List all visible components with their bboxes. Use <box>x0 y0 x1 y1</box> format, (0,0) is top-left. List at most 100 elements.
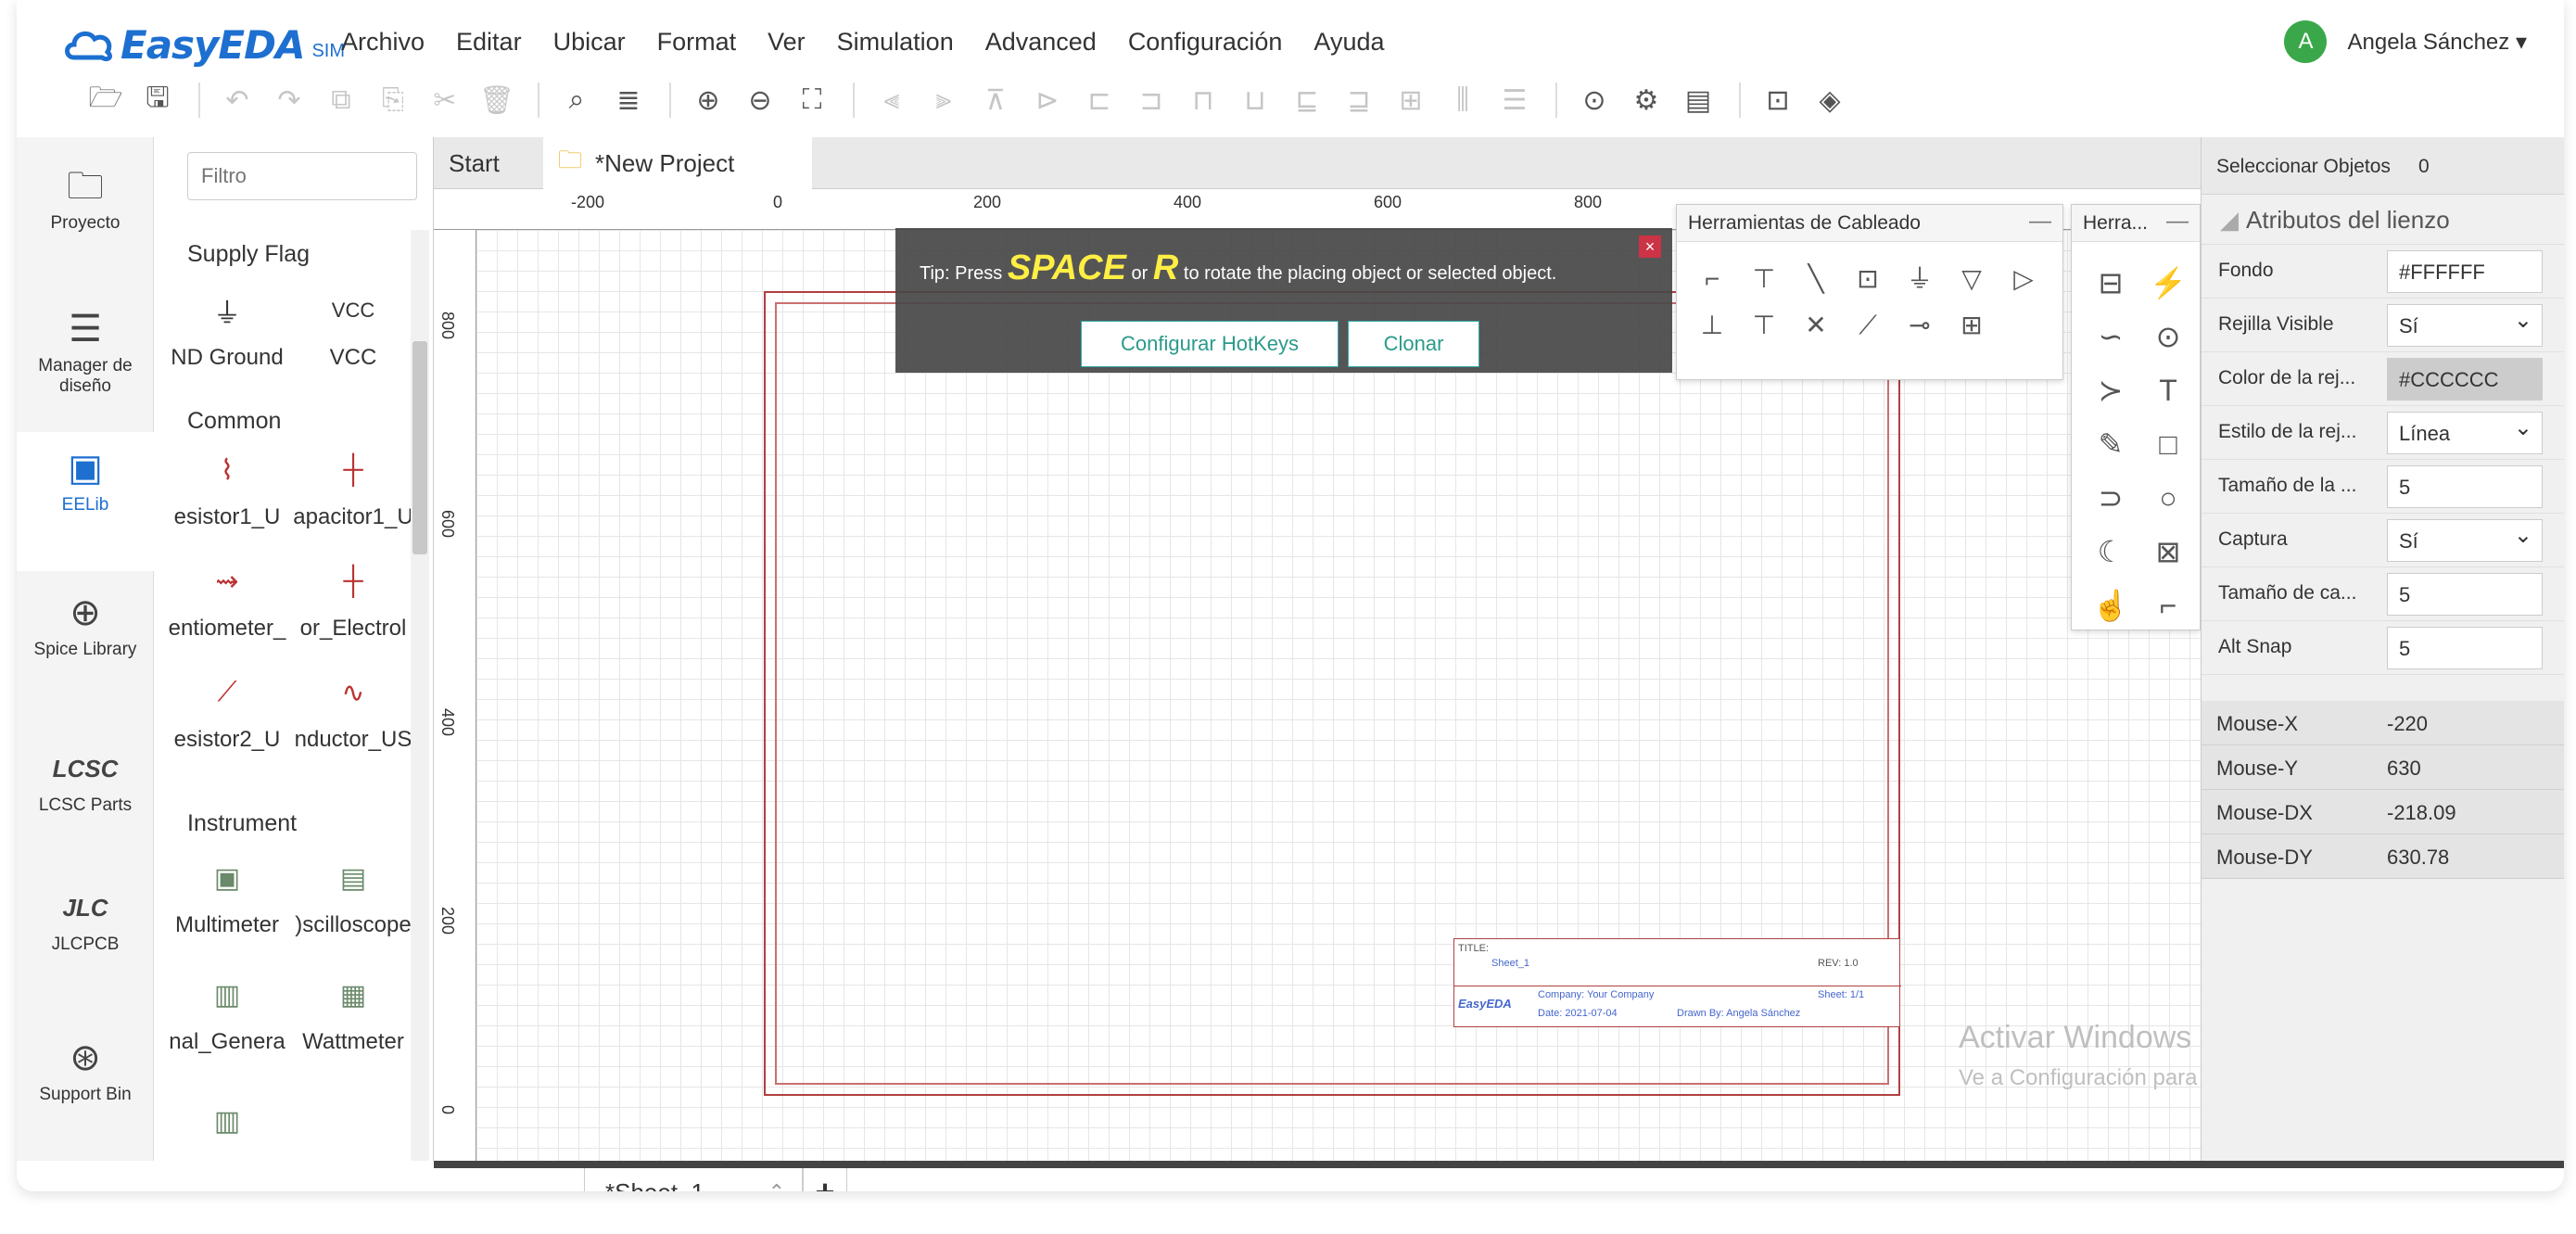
close-icon[interactable]: × <box>1639 235 1661 258</box>
plus5v-tool-icon[interactable]: ⊤ <box>1740 305 1788 346</box>
align-bottom-icon[interactable]: ⊳ <box>1023 76 1072 124</box>
ground-2-tool-icon[interactable]: ▽ <box>1948 259 1996 299</box>
bezier-tool-icon[interactable]: ∽ <box>2085 316 2137 357</box>
filter-input[interactable] <box>187 152 417 200</box>
pie-tool-icon[interactable]: ☾ <box>2085 531 2137 572</box>
minimize-icon[interactable]: — <box>2029 209 2051 235</box>
grid-size-input[interactable]: 5 <box>2387 465 2543 508</box>
alt-snap-input[interactable]: 5 <box>2387 627 2543 669</box>
layers-icon[interactable]: ◈ <box>1806 76 1854 124</box>
delete-icon[interactable]: 🗑 <box>473 76 521 124</box>
cut-icon[interactable]: ✂ <box>421 76 469 124</box>
menu-archivo[interactable]: Archivo <box>341 28 425 57</box>
vcc-tool-icon[interactable]: ⊥ <box>1688 305 1736 346</box>
menu-format[interactable]: Format <box>657 28 737 57</box>
rail-spice-library[interactable]: ⊕ Spice Library <box>17 592 154 660</box>
rectangle-tool-icon[interactable]: □ <box>2142 424 2194 464</box>
pan-hand-icon[interactable]: ☝ <box>2085 585 2137 626</box>
align-left-icon[interactable]: ⫷ <box>868 76 916 124</box>
find-replace-icon[interactable]: ≣ <box>604 76 653 124</box>
category-instrument[interactable]: Instrument <box>187 810 297 837</box>
align-right-icon[interactable]: ⫸ <box>920 76 968 124</box>
component-oscilloscope[interactable]: ▤)scilloscope <box>293 844 413 948</box>
text-tool-icon[interactable]: T <box>2142 370 2194 411</box>
align-middle-icon[interactable]: ⊐ <box>1127 76 1175 124</box>
select-objects-row[interactable]: Seleccionar Objetos 0 <box>2202 137 2564 195</box>
align-center-icon[interactable]: ⊏ <box>1075 76 1123 124</box>
user-menu[interactable]: A Angela Sánchez ▾ <box>2284 20 2527 63</box>
paste-icon[interactable]: ⎘ <box>369 76 417 124</box>
rail-support-bin[interactable]: ⊛ Support Bin <box>17 1037 154 1105</box>
rail-manager[interactable]: ☰ Manager de diseño <box>17 308 154 397</box>
menu-ver[interactable]: Ver <box>768 28 806 57</box>
rail-proyecto[interactable]: 🗀 Proyecto <box>17 165 154 234</box>
save-icon[interactable]: 🖫 <box>133 76 182 124</box>
pin-tool-icon[interactable]: ⊸ <box>1896 305 1944 346</box>
component-multimeter[interactable]: ▣ Multimeter <box>167 844 287 948</box>
copy-icon[interactable]: ⧉ <box>317 76 365 124</box>
scrollbar-thumb[interactable] <box>412 341 427 554</box>
no-connect-tool-icon[interactable]: ✕ <box>1792 305 1840 346</box>
menu-ayuda[interactable]: Ayuda <box>1313 28 1384 57</box>
origin-tool-icon[interactable]: ⌐ <box>2142 585 2194 626</box>
component-electrolytic[interactable]: ┼ or_Electrol <box>293 547 413 651</box>
snap-size-input[interactable]: 5 <box>2387 573 2543 616</box>
tab-start[interactable]: Start <box>434 137 543 189</box>
bus-tool-icon[interactable]: ⊤ <box>1740 259 1788 299</box>
ground-tool-icon[interactable]: ⏚ <box>1896 259 1944 299</box>
component-inductor[interactable]: ∿ nductor_US <box>293 658 413 762</box>
net-port-tool-icon[interactable]: ▷ <box>1999 259 2048 299</box>
freehand-tool-icon[interactable]: ✎ <box>2085 424 2137 464</box>
fit-view-icon[interactable]: ⛶ <box>788 76 836 124</box>
add-sheet-button[interactable]: + <box>803 1164 847 1191</box>
align-top-icon[interactable]: ⊼ <box>971 76 1020 124</box>
chevron-up-icon[interactable]: ⌃ <box>768 1180 785 1191</box>
voltage-probe-tool-icon[interactable]: ⟋ <box>1844 305 1892 346</box>
bus-entry-tool-icon[interactable]: ╲ <box>1792 259 1840 299</box>
app-logo[interactable]: EasyEDA SIM <box>61 17 345 72</box>
rail-jlcpcb[interactable]: JLC JLCPCB <box>17 886 154 955</box>
menu-editar[interactable]: Editar <box>456 28 522 57</box>
zoom-out-icon[interactable]: ⊖ <box>736 76 784 124</box>
component-resistor1[interactable]: ⌇ esistor1_U <box>167 436 287 540</box>
distribute-v-icon[interactable]: ⊔ <box>1231 76 1279 124</box>
picture-tool-icon[interactable]: ⊠ <box>2142 531 2194 572</box>
distribute-h-icon[interactable]: ⊓ <box>1179 76 1227 124</box>
menu-simulation[interactable]: Simulation <box>837 28 954 57</box>
component-more[interactable]: ▥ <box>167 1087 287 1161</box>
redo-icon[interactable]: ↷ <box>265 76 313 124</box>
chart-icon[interactable]: ⫼ <box>1439 76 1487 124</box>
component-signal-generator[interactable]: ▥ nal_Genera <box>167 960 287 1064</box>
net-label-tool-icon[interactable]: ⊡ <box>1844 259 1892 299</box>
open-folder-icon[interactable]: 🗁 <box>82 76 130 124</box>
component-vcc[interactable]: VCC VCC <box>293 276 413 380</box>
minimize-icon[interactable]: — <box>2166 209 2189 235</box>
export-icon[interactable]: ⊡ <box>1754 76 1802 124</box>
menu-ubicar[interactable]: Ubicar <box>553 28 626 57</box>
group-tool-icon[interactable]: ⊞ <box>1948 305 1996 346</box>
table-icon[interactable]: ⊞ <box>1387 76 1435 124</box>
run-simulation-icon[interactable]: ⊙ <box>1570 76 1618 124</box>
circle-tool-icon[interactable]: ○ <box>2142 477 2194 518</box>
menu-configuracion[interactable]: Configuración <box>1128 28 1283 57</box>
document-icon[interactable]: ▤ <box>1674 76 1722 124</box>
component-potentiometer[interactable]: ⇝ entiometer_ <box>167 547 287 651</box>
clone-button[interactable]: Clonar <box>1348 321 1479 367</box>
component-capacitor1[interactable]: ┼ apacitor1_U <box>293 436 413 540</box>
image-tool-icon[interactable]: ⊟ <box>2085 262 2137 303</box>
component-resistor2[interactable]: ⟋ esistor2_U <box>167 658 287 762</box>
rail-eelib[interactable]: ▣ EELib <box>17 432 154 571</box>
arc-tool-icon[interactable]: ⊙ <box>2142 316 2194 357</box>
canvas-attributes-header[interactable]: ◢ Atributos del lienzo <box>2202 195 2564 245</box>
undo-icon[interactable]: ↶ <box>213 76 261 124</box>
gear-icon[interactable]: ⚙ <box>1622 76 1670 124</box>
ungroup-icon[interactable]: ⊒ <box>1335 76 1383 124</box>
tab-new-project[interactable]: 🗀 *New Project <box>543 137 812 189</box>
configure-hotkeys-button[interactable]: Configurar HotKeys <box>1081 321 1339 367</box>
user-name[interactable]: Angela Sánchez ▾ <box>2347 29 2527 56</box>
grid-style-select[interactable]: Línea <box>2387 412 2543 454</box>
grid-color-input[interactable]: #CCCCCC <box>2387 358 2543 401</box>
snap-select[interactable]: Sí <box>2387 519 2543 562</box>
flash-tool-icon[interactable]: ⚡ <box>2142 262 2194 303</box>
zoom-in-icon[interactable]: ⊕ <box>684 76 732 124</box>
